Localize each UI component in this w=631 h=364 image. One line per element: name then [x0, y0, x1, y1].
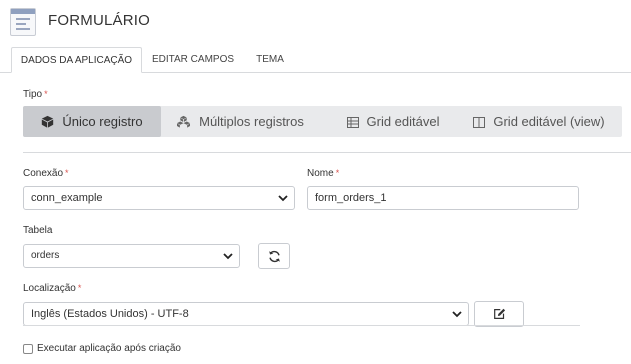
chevron-down-icon — [452, 311, 462, 318]
tipo-option-multiplos-registros[interactable]: Múltiplos registros — [169, 106, 311, 137]
conexao-value: conn_example — [31, 192, 103, 204]
cube-icon — [42, 115, 54, 128]
executar-label: Executar aplicação após criação — [37, 343, 181, 354]
edit-icon — [493, 308, 505, 319]
chevron-down-icon — [278, 195, 288, 202]
tipo-option-grid-editavel-view[interactable]: Grid editável (view) — [469, 106, 609, 137]
section-divider — [23, 325, 580, 326]
chevron-down-icon — [223, 253, 233, 260]
tipo-option-grid-editavel[interactable]: Grid editável — [333, 106, 453, 137]
tabela-select[interactable]: orders — [23, 244, 240, 268]
tab-editar-campos[interactable]: EDITAR CAMPOS — [146, 47, 240, 73]
tipo-option-unico-registro[interactable]: Único registro — [23, 106, 161, 137]
cubes-icon — [177, 115, 191, 128]
page-title: FORMULÁRIO — [48, 12, 151, 29]
nome-label: Nome * — [307, 168, 340, 179]
tab-tema[interactable]: TEMA — [248, 47, 292, 73]
localizacao-label: Localização * — [23, 283, 82, 294]
conexao-label: Conexão * — [23, 168, 69, 179]
localizacao-select[interactable]: Inglês (Estados Unidos) - UTF-8 — [23, 302, 469, 326]
executar-checkbox[interactable] — [23, 344, 33, 354]
form-icon — [10, 8, 36, 36]
tipo-selector: Único registro Múltiplos registros Grid … — [23, 106, 622, 137]
tab-dados-da-aplicacao[interactable]: DADOS DA APLICAÇÃO — [11, 47, 142, 73]
section-divider — [23, 152, 631, 153]
localizacao-value: Inglês (Estados Unidos) - UTF-8 — [31, 308, 189, 320]
columns-icon — [473, 117, 486, 128]
tabela-value: orders — [31, 250, 60, 261]
tabela-label: Tabela — [23, 225, 53, 236]
edit-localizacao-button[interactable] — [474, 301, 524, 327]
nome-input[interactable]: form_orders_1 — [307, 186, 579, 210]
table-icon — [346, 117, 359, 128]
refresh-button[interactable] — [258, 243, 290, 269]
tipo-label: Tipo * — [23, 89, 48, 100]
refresh-icon — [268, 250, 280, 262]
conexao-select[interactable]: conn_example — [23, 186, 295, 210]
